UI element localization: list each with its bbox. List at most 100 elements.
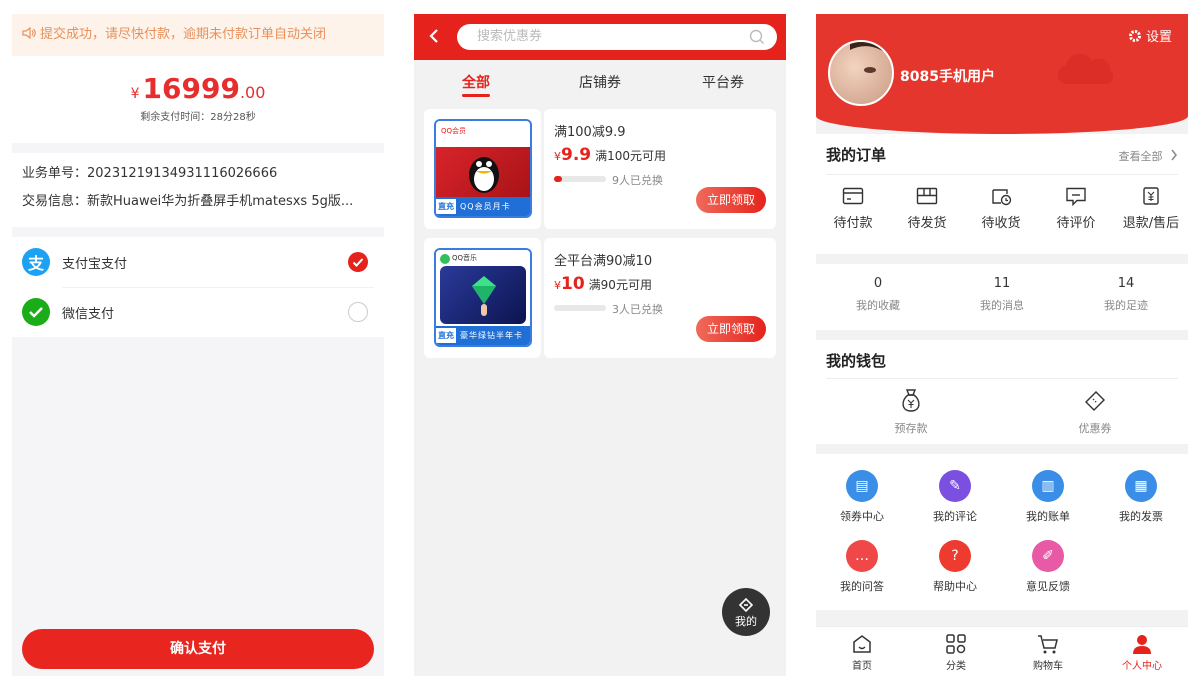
order-info-card: 业务单号：20231219134931116026666 交易信息：新款Huaw… xyxy=(12,153,384,227)
service-feedback[interactable]: ✐ 意见反馈 xyxy=(1013,540,1083,594)
order-number-row: 业务单号：20231219134931116026666 xyxy=(22,162,374,186)
order-label: 待收货 xyxy=(981,216,1021,231)
service-label: 意见反馈 xyxy=(1026,580,1070,593)
service-my-bills[interactable]: ▥ 我的账单 xyxy=(1013,470,1083,524)
wallet-deposit[interactable]: 预存款 xyxy=(876,388,946,436)
help-icon: ? xyxy=(939,540,971,572)
active-tab-indicator xyxy=(462,94,490,97)
order-label: 待发货 xyxy=(907,216,947,231)
stat-label: 我的消息 xyxy=(980,299,1024,312)
ticket-icon xyxy=(738,597,754,613)
avatar[interactable] xyxy=(828,40,894,106)
nav-label: 个人中心 xyxy=(1122,661,1162,672)
coupon-thumbnail: QQ音乐 直充 豪华绿钻半年卡 xyxy=(424,238,541,358)
nav-category[interactable]: 分类 xyxy=(926,633,986,672)
wallet-coupons[interactable]: 优惠券 xyxy=(1060,388,1130,436)
stat-value: 14 xyxy=(1117,276,1135,291)
wechat-pay-icon xyxy=(22,298,50,326)
settings-label: 设置 xyxy=(1145,30,1172,45)
grid-icon xyxy=(946,634,966,654)
service-coupon-center[interactable]: ▤ 领券中心 xyxy=(827,470,897,524)
amount-currency: ¥ xyxy=(130,86,140,102)
claim-progress xyxy=(554,305,606,311)
order-pending-receipt[interactable]: 待收货 xyxy=(976,186,1026,231)
stat-messages[interactable]: 11 我的消息 xyxy=(952,276,1052,313)
radio-checked-icon[interactable] xyxy=(348,252,368,272)
coupon-card: QQ会员 直充 QQ会员月卡 满100减9.9 ¥9.9 满100元可用 9人已兑… xyxy=(424,109,776,229)
card-brand-text: QQ音乐 xyxy=(452,254,478,262)
radio-unchecked-icon[interactable] xyxy=(348,302,368,322)
green-diamond-icon xyxy=(472,276,496,316)
service-my-reviews[interactable]: ✎ 我的评论 xyxy=(920,470,990,524)
coupon-thumbnail: QQ会员 直充 QQ会员月卡 xyxy=(424,109,541,229)
settings-button[interactable]: 设置 xyxy=(1128,26,1172,45)
payment-method-alipay[interactable]: 支 支付宝支付 xyxy=(22,237,374,287)
price-currency: ¥ xyxy=(554,150,561,163)
speaker-icon xyxy=(22,27,36,39)
service-label: 我的账单 xyxy=(1026,510,1070,523)
invoice-icon: ▦ xyxy=(1125,470,1157,502)
divider xyxy=(826,174,1178,175)
trade-info-row: 交易信息：新款Huawei华为折叠屏手机matesxs 5g版... xyxy=(22,190,374,214)
nav-label: 分类 xyxy=(946,661,966,672)
nav-cart[interactable]: 购物车 xyxy=(1018,633,1078,672)
coupon-badge: 直充 xyxy=(436,199,456,214)
confirm-pay-button[interactable]: 确认支付 xyxy=(22,629,374,669)
tab-all[interactable]: 全部 xyxy=(462,72,490,92)
wallet-card-icon xyxy=(842,187,864,205)
service-label: 我的发票 xyxy=(1119,510,1163,523)
stat-value: 0 xyxy=(873,276,883,291)
wallet-label: 预存款 xyxy=(894,422,928,435)
coupon-ticket-icon xyxy=(1085,391,1105,411)
delivery-clock-icon xyxy=(992,189,1012,206)
payment-method-wechat[interactable]: 微信支付 xyxy=(22,287,374,337)
tab-shop[interactable]: 店铺券 xyxy=(579,72,621,92)
order-pending-payment[interactable]: 待付款 xyxy=(828,186,878,231)
coupon-card: QQ音乐 直充 豪华绿钻半年卡 全平台满90减10 ¥10 满90元可用 3人已兑… xyxy=(424,238,776,358)
remaining-time: 剩余支付时间：28分28秒 xyxy=(140,112,256,123)
user-icon xyxy=(1133,635,1151,654)
service-help-center[interactable]: ? 帮助中心 xyxy=(920,540,990,594)
coupon-body: 满100减9.9 ¥9.9 满100元可用 9人已兑换 立即领取 xyxy=(544,109,776,229)
payment-method-label: 支付宝支付 xyxy=(62,256,128,272)
card-caption: QQ会员月卡 xyxy=(460,202,511,211)
view-all-orders[interactable]: 查看全部 xyxy=(1119,148,1179,164)
service-my-invoices[interactable]: ▦ 我的发票 xyxy=(1106,470,1176,524)
order-pending-review[interactable]: 待评价 xyxy=(1051,186,1101,231)
payment-method-label: 微信支付 xyxy=(62,306,115,322)
coupon-screen: 搜索优惠券 全部 店铺券 平台券 QQ会员 直充 QQ会员月卡 满100减9.9… xyxy=(414,14,786,676)
tab-platform[interactable]: 平台券 xyxy=(702,72,744,92)
orders-title: 我的订单 xyxy=(826,146,887,164)
comment-icon xyxy=(1066,187,1086,206)
card-brand-text: QQ会员 xyxy=(441,127,467,135)
price-currency: ¥ xyxy=(554,279,561,292)
qq-music-card-image: QQ音乐 直充 豪华绿钻半年卡 xyxy=(434,248,532,347)
divider xyxy=(826,378,1178,379)
refund-icon xyxy=(1143,187,1159,205)
order-pending-shipment[interactable]: 待发货 xyxy=(902,186,952,231)
stat-favorites[interactable]: 0 我的收藏 xyxy=(828,276,928,313)
claimed-count: 9人已兑换 xyxy=(612,174,663,187)
coupon-search-input[interactable]: 搜索优惠券 xyxy=(457,24,777,50)
service-my-qa[interactable]: … 我的问答 xyxy=(827,540,897,594)
price-value: 10 xyxy=(561,274,585,294)
chevron-right-icon xyxy=(1171,149,1177,161)
my-coupons-fab[interactable]: 我的 xyxy=(722,588,770,636)
claim-button[interactable]: 立即领取 xyxy=(696,187,766,213)
coupon-body: 全平台满90减10 ¥10 满90元可用 3人已兑换 立即领取 xyxy=(544,238,776,358)
claim-progress-fill xyxy=(554,176,562,182)
view-all-label: 查看全部 xyxy=(1118,150,1163,163)
coupon-condition: 满100元可用 xyxy=(595,149,667,163)
qq-music-logo-icon xyxy=(440,254,450,264)
nav-home[interactable]: 首页 xyxy=(832,633,892,672)
stat-footprints[interactable]: 14 我的足迹 xyxy=(1076,276,1176,313)
claim-button[interactable]: 立即领取 xyxy=(696,316,766,342)
order-refund[interactable]: 退款/售后 xyxy=(1116,186,1186,231)
coupon-badge: 直充 xyxy=(436,328,456,343)
nav-profile[interactable]: 个人中心 xyxy=(1112,633,1172,672)
back-icon[interactable] xyxy=(428,26,440,50)
payment-screen: 提交成功，请尽快付款，逾期未付款订单自动关闭 ¥16999.00 剩余支付时间：… xyxy=(12,14,384,676)
profile-header: 8085手机用户 设置 xyxy=(816,14,1188,134)
fab-label: 我的 xyxy=(735,615,757,628)
search-icon xyxy=(749,29,765,55)
